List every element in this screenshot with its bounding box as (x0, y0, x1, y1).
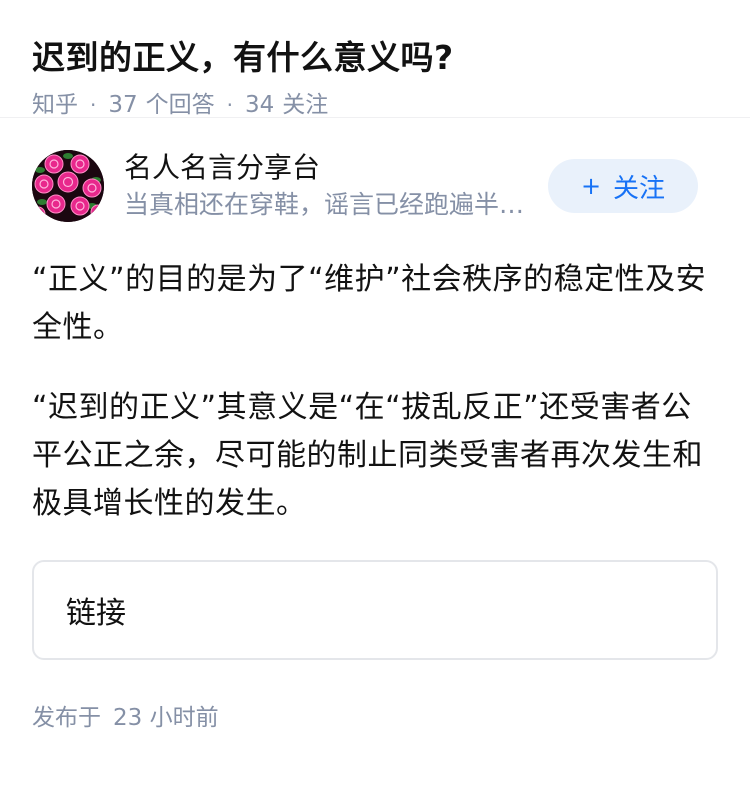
link-card[interactable]: 链接 (32, 560, 718, 660)
question-meta: 知乎 · 37 个回答 · 34 关注 (32, 88, 718, 122)
author-info: 名人名言分享台 当真相还在穿鞋，谣言已经跑遍半个世界 (124, 149, 539, 223)
question-header: 迟到的正义，有什么意义吗? 知乎 · 37 个回答 · 34 关注 (0, 0, 750, 118)
follow-button[interactable]: + 关注 (548, 159, 698, 213)
answer-paragraph: “迟到的正义”其意义是“在“拔乱反正”还受害者公平公正之余，尽可能的制止同类受害… (32, 390, 703, 521)
follower-count-label: 关注 (282, 92, 329, 118)
link-card-label: 链接 (66, 596, 126, 631)
answer-content: “正义”的目的是为了“维护”社会秩序的稳定性及安全性。 “迟到的正义”其意义是“… (32, 256, 718, 528)
plus-icon: + (580, 172, 602, 200)
answer-count-label: 个回答 (145, 92, 215, 118)
rose-bouquet-avatar[interactable] (32, 150, 104, 222)
answer-count: 37 (108, 92, 138, 118)
follower-count: 34 (245, 92, 275, 118)
publish-prefix: 发布于 (32, 705, 101, 731)
author-bio: 当真相还在穿鞋，谣言已经跑遍半个世界 (124, 190, 539, 219)
publish-time-value: 23 小时前 (113, 705, 219, 731)
meta-separator: · (226, 93, 233, 117)
author-name[interactable]: 名人名言分享台 (124, 149, 539, 187)
source-label: 知乎 (32, 92, 78, 118)
meta-separator: · (90, 93, 97, 117)
answer-card: 名人名言分享台 当真相还在穿鞋，谣言已经跑遍半个世界 + 关注 “正义”的目的是… (0, 118, 750, 732)
answer-paragraph: “正义”的目的是为了“维护”社会秩序的稳定性及安全性。 (32, 262, 707, 345)
question-title[interactable]: 迟到的正义，有什么意义吗? (32, 32, 718, 84)
zhihu-answer-page: 迟到的正义，有什么意义吗? 知乎 · 37 个回答 · 34 关注 名人名言分享… (0, 0, 750, 800)
follow-button-label: 关注 (613, 173, 666, 204)
publish-time: 发布于 23 小时前 (32, 698, 718, 732)
author-row: 名人名言分享台 当真相还在穿鞋，谣言已经跑遍半个世界 + 关注 (32, 118, 718, 254)
